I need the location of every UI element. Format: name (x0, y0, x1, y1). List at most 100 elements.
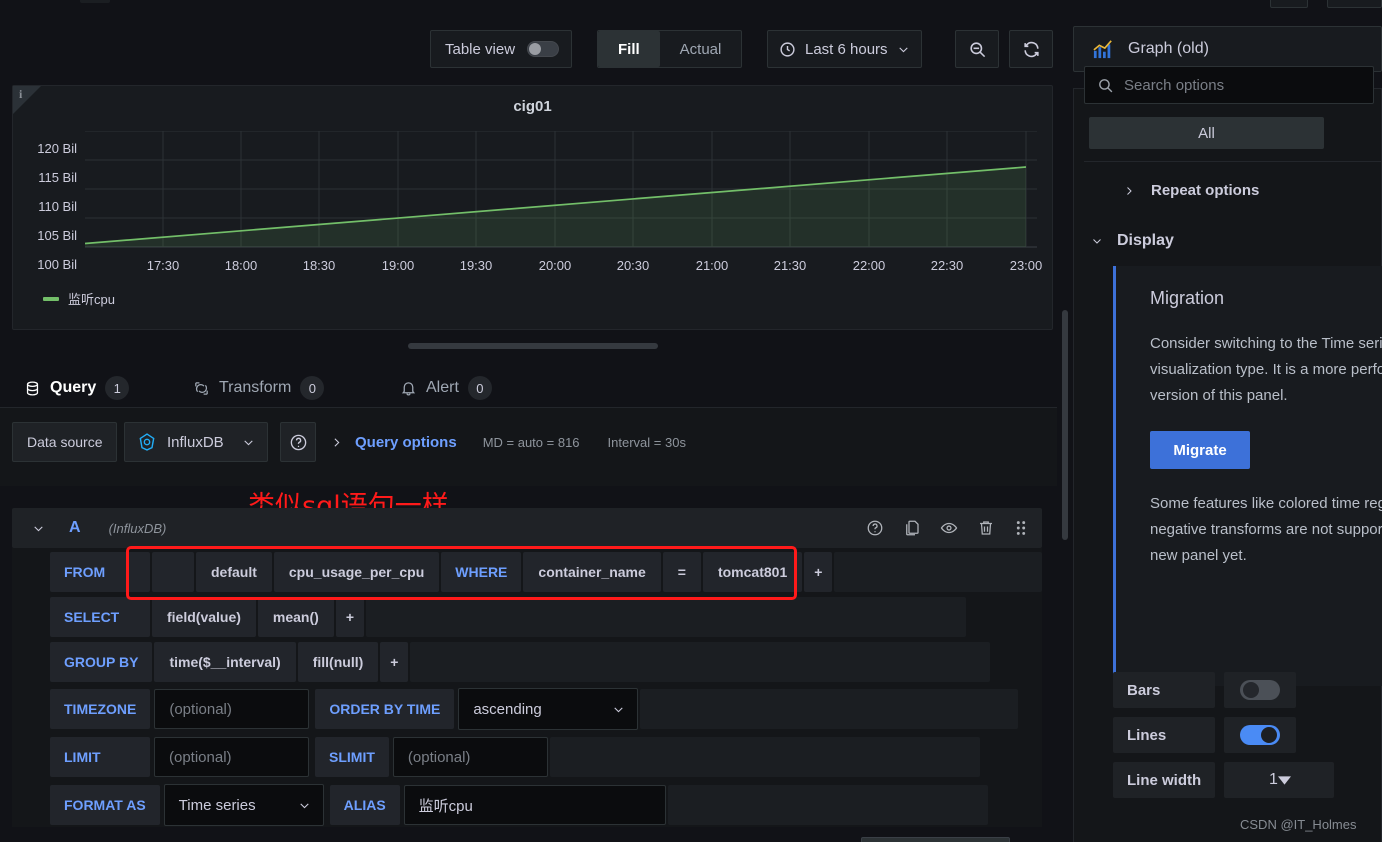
x-tick-label: 22:00 (852, 258, 886, 273)
y-tick-label: 110 Bil (38, 199, 77, 214)
query-options-bar: Data source InfluxDB Query options MD = … (0, 408, 1057, 842)
eye-icon[interactable] (940, 519, 958, 537)
query-row-limit: LIMIT (optional) SLIMIT (optional) (12, 736, 1042, 778)
tab-query-label: Query (50, 379, 97, 396)
editor-vertical-scrollbar[interactable] (1062, 310, 1068, 540)
x-tick-label: 20:00 (538, 258, 572, 273)
top-button-stub-2[interactable] (1327, 0, 1382, 8)
bell-icon (400, 380, 417, 397)
timezone-input[interactable]: (optional) (154, 689, 310, 729)
display-section-label: Display (1117, 232, 1174, 249)
group-by-time[interactable]: time($__interval) (154, 642, 296, 682)
option-bars: Bars (1113, 672, 1296, 708)
line-width-label: Line width (1113, 762, 1215, 798)
graph-icon (1092, 39, 1114, 59)
chart-legend[interactable]: 监听cpu (43, 289, 115, 308)
select-field[interactable]: field(value) (152, 597, 256, 637)
bars-toggle[interactable] (1224, 672, 1296, 708)
from-measurement[interactable]: cpu_usage_per_cpu (273, 552, 440, 592)
drag-handle-icon[interactable] (1014, 519, 1028, 537)
query-inspector-button[interactable]: Query inspector (861, 837, 1011, 842)
query-a-header[interactable]: A (InfluxDB) (12, 508, 1042, 548)
time-range-picker[interactable]: Last 6 hours (767, 30, 922, 68)
watermark: CSDN @IT_Holmes (1240, 817, 1357, 832)
timezone-keyword: TIMEZONE (50, 689, 151, 729)
database-icon (24, 380, 41, 397)
legend-series-label[interactable]: 监听cpu (68, 289, 115, 308)
y-tick-label: 115 Bil (38, 170, 77, 185)
where-operator[interactable]: = (662, 552, 701, 592)
select-keyword: SELECT (50, 597, 150, 637)
from-retention-policy[interactable]: default (196, 552, 272, 592)
x-tick-label: 18:00 (224, 258, 258, 273)
format-as-keyword: FORMAT AS (50, 785, 160, 825)
influxdb-icon (137, 432, 157, 452)
data-source-picker[interactable]: InfluxDB (124, 422, 268, 462)
from-policy-segment[interactable] (152, 552, 194, 592)
group-by-fill[interactable]: fill(null) (297, 642, 379, 682)
top-button-stub-1[interactable] (1270, 0, 1308, 8)
data-source-help-button[interactable] (280, 422, 316, 462)
copy-icon[interactable] (903, 519, 921, 537)
slimit-input[interactable]: (optional) (392, 737, 548, 777)
actual-button[interactable]: Actual (660, 31, 742, 67)
line-width-value: 1 (1269, 771, 1278, 788)
editor-tabs: Query 1 Transform 0 Alert 0 (0, 360, 1057, 417)
panel-horizontal-scrollbar[interactable] (408, 343, 658, 349)
limit-input[interactable]: (optional) (154, 737, 309, 777)
tab-transform-count: 0 (300, 376, 325, 400)
option-lines: Lines (1113, 717, 1296, 753)
tab-query[interactable]: Query 1 (14, 368, 179, 417)
lines-toggle[interactable] (1224, 717, 1296, 753)
where-tag-value[interactable]: tomcat801 (702, 552, 803, 592)
top-button-stub-3[interactable] (80, 0, 110, 3)
limit-row-spacer (549, 737, 980, 777)
options-filter-all-button[interactable]: All (1089, 117, 1324, 149)
chevron-down-icon (897, 43, 910, 56)
order-by-time-select[interactable]: ascending (458, 688, 639, 730)
panel-options-pane: Graph (old) Search options All Repeat op… (1073, 26, 1382, 842)
format-as-value: Time series (178, 796, 256, 814)
trash-icon[interactable] (977, 519, 995, 537)
migration-body-2: Some features like colored time regions … (1150, 495, 1382, 564)
option-line-width: Line width 1 (1113, 762, 1334, 798)
x-tick-label: 20:30 (616, 258, 650, 273)
where-tag-key[interactable]: container_name (523, 552, 661, 592)
zoom-out-button[interactable] (955, 30, 999, 68)
x-tick-label: 17:30 (146, 258, 180, 273)
format-as-select[interactable]: Time series (163, 784, 324, 826)
repeat-options-section[interactable]: Repeat options (1123, 182, 1259, 199)
transform-icon (193, 380, 210, 397)
table-view-switch[interactable] (527, 41, 560, 57)
tab-transform[interactable]: Transform 0 (183, 368, 334, 408)
grafana-panel-editor: Table view Fill Actual Last 6 hours i ci… (0, 0, 1382, 842)
select-aggregation[interactable]: mean() (257, 597, 334, 637)
query-options-expander[interactable]: Query options MD = auto = 816 Interval =… (330, 422, 686, 462)
chart-plot-area[interactable] (85, 131, 1037, 248)
query-row-actions[interactable] (866, 519, 1028, 537)
tab-alert[interactable]: Alert 0 (390, 368, 502, 408)
x-tick-label: 18:30 (302, 258, 336, 273)
query-row-timezone: TIMEZONE (optional) ORDER BY TIME ascend… (12, 687, 1042, 731)
order-by-time-value: ascending (473, 700, 542, 718)
y-tick-label: 100 Bil (37, 257, 77, 272)
question-circle-icon[interactable] (866, 519, 884, 537)
where-add-button[interactable]: + (804, 552, 833, 592)
fill-actual-radio-group[interactable]: Fill Actual (597, 30, 743, 68)
timezone-row-spacer (640, 689, 1019, 729)
search-options-input[interactable]: Search options (1084, 66, 1374, 104)
fill-button[interactable]: Fill (598, 31, 660, 67)
table-view-toggle-group[interactable]: Table view (430, 30, 573, 68)
migrate-button[interactable]: Migrate (1150, 431, 1250, 469)
time-range-display[interactable]: Last 6 hours (768, 31, 921, 67)
refresh-button[interactable] (1009, 30, 1053, 68)
display-section[interactable]: Display (1091, 232, 1174, 250)
x-tick-label: 19:00 (381, 258, 415, 273)
select-add-button[interactable]: + (335, 597, 364, 637)
line-width-select[interactable]: 1 (1224, 762, 1334, 798)
question-circle-icon (289, 433, 308, 452)
group-by-add-button[interactable]: + (380, 642, 409, 682)
tab-alert-label: Alert (426, 379, 459, 396)
chevron-down-icon[interactable] (32, 522, 45, 535)
alias-input[interactable]: 监听cpu (403, 785, 666, 825)
